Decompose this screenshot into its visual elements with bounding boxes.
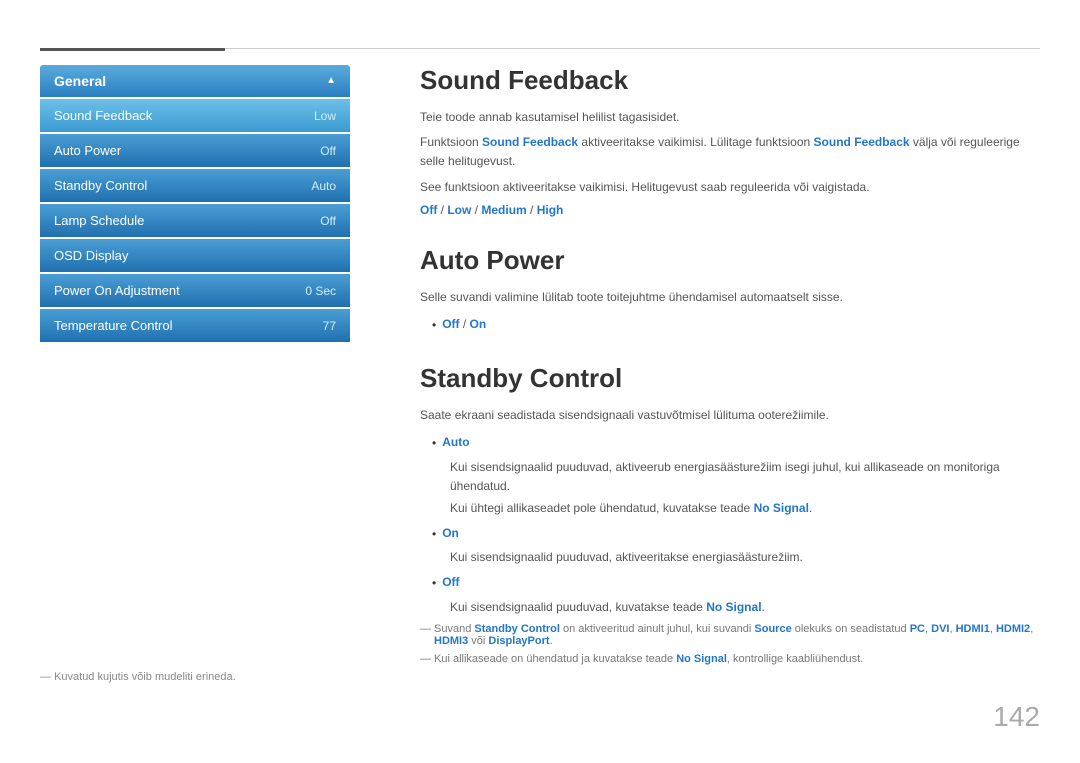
standby-auto-item: • Auto — [432, 433, 1040, 453]
opt-medium: Medium — [481, 203, 526, 217]
standby-auto-desc1: Kui sisendsignaalid puuduvad, aktiveerub… — [450, 458, 1040, 496]
sound-feedback-options: Off / Low / Medium / High — [420, 203, 1040, 217]
sidebar-item-label: Lamp Schedule — [54, 213, 144, 228]
desc2-highlight2: Sound Feedback — [814, 135, 910, 149]
auto-highlight: Auto — [442, 435, 469, 449]
pc-highlight: PC — [910, 623, 925, 635]
sidebar-item-label: Temperature Control — [54, 318, 173, 333]
standby-auto-desc2: Kui ühtegi allikaseadet pole ühendatud, … — [450, 499, 1040, 518]
main-content: Sound Feedback Teie toode annab kasutami… — [420, 65, 1040, 668]
sidebar-item-label: OSD Display — [54, 248, 128, 263]
sidebar-item-value: Off — [320, 144, 336, 158]
hdmi2-highlight: HDMI2 — [996, 623, 1030, 635]
sidebar-item-label: Sound Feedback — [54, 108, 152, 123]
hdmi3-highlight: HDMI3 — [434, 635, 468, 647]
auto-desc2-prefix: Kui ühtegi allikaseadet pole ühendatud, … — [450, 501, 754, 515]
on-highlight: On — [442, 526, 459, 540]
opt-on: On — [470, 317, 487, 331]
auto-power-desc: Selle suvandi valimine lülitab toote toi… — [420, 288, 1040, 307]
opt-off: Off — [420, 203, 437, 217]
sidebar-item-auto-power[interactable]: Auto Power Off — [40, 134, 350, 167]
auto-power-bullets: • Off / On — [432, 315, 1040, 335]
standby-control-bullets: • Auto Kui sisendsignaalid puuduvad, akt… — [432, 433, 1040, 617]
no-signal-highlight1: No Signal — [754, 501, 809, 515]
sidebar-item-lamp-schedule[interactable]: Lamp Schedule Off — [40, 204, 350, 237]
desc2-highlight1: Sound Feedback — [482, 135, 578, 149]
standby-control-desc: Saate ekraani seadistada sisendsignaali … — [420, 406, 1040, 425]
standby-on-item: • On — [432, 524, 1040, 544]
sidebar-item-temperature-control[interactable]: Temperature Control 77 — [40, 309, 350, 342]
bullet-dot-on: • — [432, 525, 436, 544]
auto-desc2-suffix: . — [809, 501, 812, 515]
sidebar-title-label: General — [54, 73, 106, 89]
standby-on-label: On — [442, 524, 459, 543]
sidebar-item-label: Auto Power — [54, 143, 121, 158]
standby-off-desc: Kui sisendsignaalid puuduvad, kuvatakse … — [450, 598, 1040, 617]
sidebar-item-standby-control[interactable]: Standby Control Auto — [40, 169, 350, 202]
opt-off2: Off — [442, 317, 459, 331]
source-highlight: Source — [754, 623, 791, 635]
top-divider-accent — [40, 48, 225, 51]
sound-feedback-desc3: See funktsioon aktiveeritakse vaikimisi.… — [420, 178, 1040, 197]
dvi-highlight: DVI — [931, 623, 949, 635]
sound-feedback-title: Sound Feedback — [420, 65, 1040, 96]
opt-low: Low — [447, 203, 471, 217]
opt-sep3: / — [527, 203, 537, 217]
sound-feedback-desc2: Funktsioon Sound Feedback aktiveeritakse… — [420, 133, 1040, 171]
sidebar-item-value: Off — [320, 214, 336, 228]
auto-power-option: • Off / On — [432, 315, 1040, 335]
sound-feedback-desc1: Teie toode annab kasutamisel helilist ta… — [420, 108, 1040, 127]
opt-sep: / — [460, 317, 470, 331]
desc2-prefix: Funktsioon — [420, 135, 482, 149]
bullet-dot-auto: • — [432, 434, 436, 453]
standby-off-label: Off — [442, 573, 459, 592]
sidebar-item-label: Power On Adjustment — [54, 283, 180, 298]
desc2-middle: aktiveeritakse vaikimisi. Lülitage funkt… — [578, 135, 813, 149]
standby-note1: Suvand Standby Control on aktiveeritud a… — [420, 623, 1040, 647]
page-number: 142 — [993, 701, 1040, 733]
standby-note2: Kui allikaseade on ühendatud ja kuvataks… — [420, 653, 1040, 665]
sidebar-item-value: 77 — [323, 319, 336, 333]
opt-sep2: / — [471, 203, 481, 217]
no-signal-highlight2: No Signal — [706, 600, 761, 614]
opt-high: High — [537, 203, 564, 217]
displayport-highlight: DisplayPort — [488, 635, 549, 647]
standby-auto-label: Auto — [442, 433, 469, 452]
no-signal-highlight3: No Signal — [676, 653, 727, 665]
auto-power-option-text: Off / On — [442, 315, 486, 334]
standby-on-desc: Kui sisendsignaalid puuduvad, aktiveerit… — [450, 548, 1040, 567]
opt-sep1: / — [437, 203, 447, 217]
hdmi1-highlight: HDMI1 — [956, 623, 990, 635]
sidebar-item-osd-display[interactable]: OSD Display — [40, 239, 350, 272]
bullet-dot: • — [432, 316, 436, 335]
sidebar-item-power-on-adjustment[interactable]: Power On Adjustment 0 Sec — [40, 274, 350, 307]
off-highlight: Off — [442, 575, 459, 589]
footer-note: Kuvatud kujutis võib mudeliti erineda. — [40, 671, 236, 683]
standby-control-note-highlight: Standby Control — [474, 623, 560, 635]
standby-off-item: • Off — [432, 573, 1040, 593]
auto-power-title: Auto Power — [420, 245, 1040, 276]
sidebar-title: General ▲ — [40, 65, 350, 97]
sidebar-item-value: Auto — [311, 179, 336, 193]
bullet-dot-off: • — [432, 574, 436, 593]
sidebar: General ▲ Sound Feedback Low Auto Power … — [40, 65, 350, 342]
sidebar-item-value: 0 Sec — [305, 284, 336, 298]
standby-control-title: Standby Control — [420, 363, 1040, 394]
sidebar-item-label: Standby Control — [54, 178, 147, 193]
off-desc-prefix: Kui sisendsignaalid puuduvad, kuvatakse … — [450, 600, 706, 614]
sidebar-item-sound-feedback[interactable]: Sound Feedback Low — [40, 99, 350, 132]
sidebar-item-value: Low — [314, 109, 336, 123]
off-desc-suffix: . — [762, 600, 765, 614]
sidebar-arrow-icon: ▲ — [326, 75, 336, 86]
